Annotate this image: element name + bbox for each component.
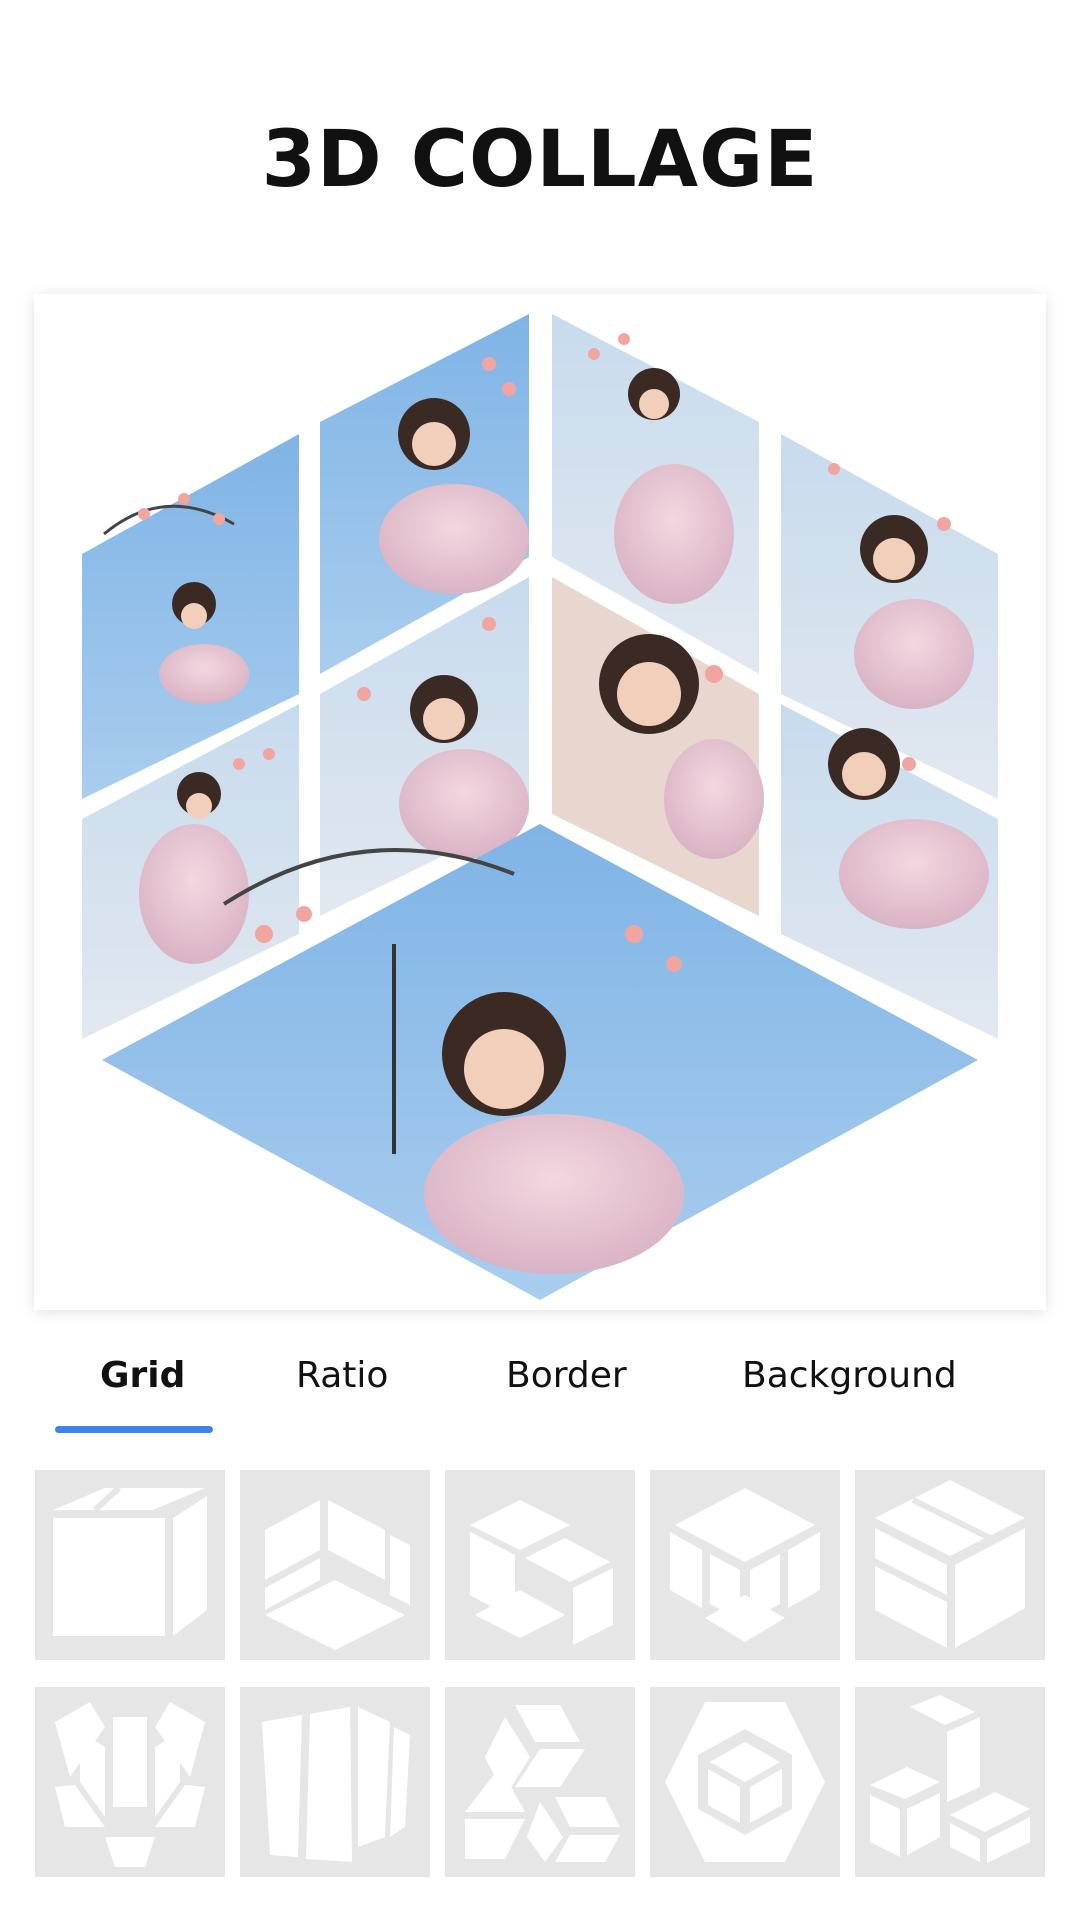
template-cube-slab[interactable] bbox=[855, 1470, 1045, 1660]
stairs-blocks-icon bbox=[870, 1695, 1030, 1863]
cube-stack-icon bbox=[470, 1500, 613, 1645]
template-shield-facets[interactable] bbox=[35, 1687, 225, 1877]
template-cube-split[interactable] bbox=[240, 1470, 430, 1660]
page-title: 3D COLLAGE bbox=[261, 115, 819, 205]
template-cube-stack[interactable] bbox=[445, 1470, 635, 1660]
triple-diamond-icon bbox=[465, 1705, 620, 1862]
collage-canvas[interactable] bbox=[34, 294, 1046, 1310]
cube-slab-icon bbox=[875, 1480, 1025, 1648]
cube-panels-icon bbox=[262, 1707, 410, 1862]
template-cube-panels[interactable] bbox=[240, 1687, 430, 1877]
template-nested-hex[interactable] bbox=[650, 1687, 840, 1877]
active-tab-indicator bbox=[55, 1426, 213, 1433]
cube-split-icon bbox=[265, 1500, 410, 1650]
tab-bar: Grid Ratio Border Background bbox=[0, 1355, 1080, 1425]
template-cube-hex[interactable] bbox=[650, 1470, 840, 1660]
template-stairs-blocks[interactable] bbox=[855, 1687, 1045, 1877]
collage-svg bbox=[82, 314, 998, 1300]
template-triple-diamond[interactable] bbox=[445, 1687, 635, 1877]
cube-basic-icon bbox=[53, 1485, 207, 1636]
tab-border[interactable]: Border bbox=[506, 1355, 627, 1396]
tab-ratio[interactable]: Ratio bbox=[296, 1355, 388, 1396]
shield-facets-icon bbox=[55, 1702, 205, 1867]
tab-background[interactable]: Background bbox=[742, 1355, 957, 1396]
cube-hex-icon bbox=[670, 1488, 820, 1642]
template-cube-basic[interactable] bbox=[35, 1470, 225, 1660]
tab-grid[interactable]: Grid bbox=[100, 1355, 185, 1396]
nested-hex-icon bbox=[665, 1702, 825, 1862]
